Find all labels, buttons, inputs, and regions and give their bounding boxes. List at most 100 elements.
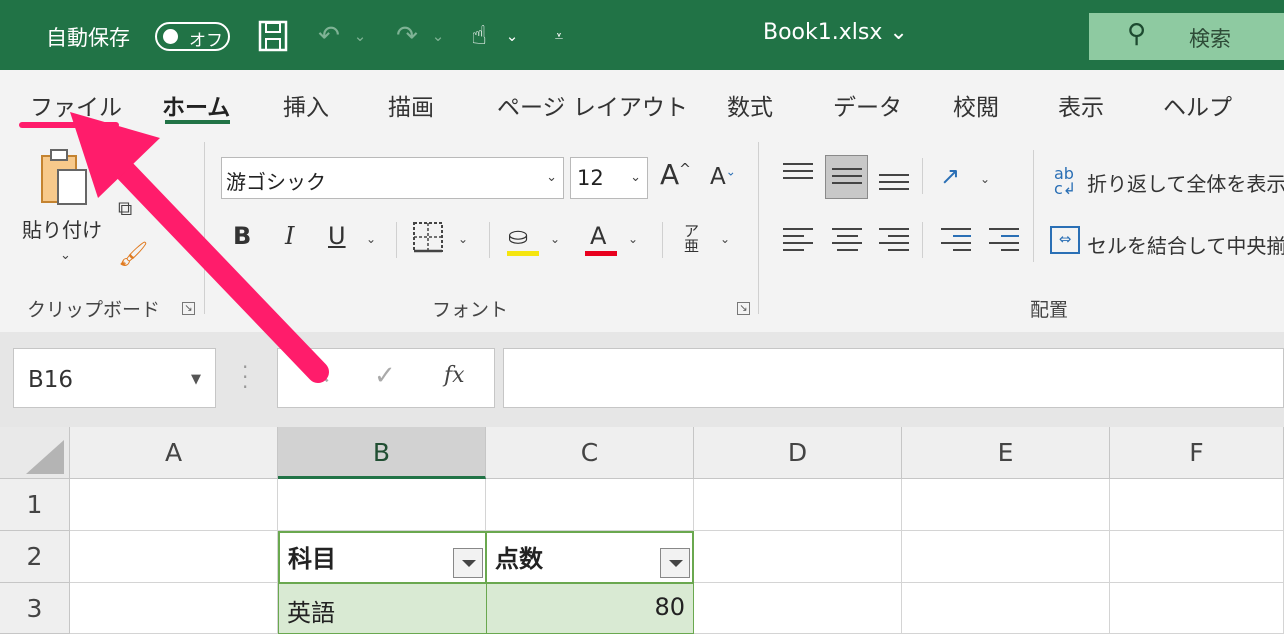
cell[interactable] [902,479,1110,531]
align-center-icon[interactable] [832,228,862,256]
bold-icon[interactable]: B [233,222,251,250]
format-painter-icon[interactable]: 🖌 [118,240,148,268]
insert-function-icon[interactable]: fx [444,363,465,388]
cell[interactable] [902,531,1110,583]
redo-icon[interactable]: ↷ [390,18,424,54]
tab-view[interactable]: 表示 [1058,88,1104,122]
cell[interactable] [70,479,278,531]
column-header-f[interactable]: F [1110,427,1284,479]
phonetic-guide-icon[interactable]: ア亜 [684,224,699,254]
cell[interactable] [278,479,486,531]
column-header-c[interactable]: C [486,427,694,479]
cell[interactable] [694,479,902,531]
autosave-toggle[interactable]: オフ [155,22,230,51]
tab-page-layout[interactable]: ページ レイアウト [497,88,688,122]
orientation-dropdown-icon[interactable]: ⌄ [980,172,990,186]
tab-data[interactable]: データ [833,88,902,122]
fill-color-icon[interactable]: ⛀ [508,222,528,250]
align-middle-icon [832,168,862,196]
merge-center-icon: ⇔ [1050,226,1080,254]
paste-dropdown-icon[interactable]: ⌄ [60,248,71,263]
header-text: 点数 [495,545,543,573]
undo-dropdown-icon[interactable]: ⌄ [350,18,370,54]
column-header-e[interactable]: E [902,427,1110,479]
cell[interactable] [694,531,902,583]
increase-indent-icon[interactable] [989,228,1019,256]
cell[interactable] [1110,479,1284,531]
chevron-down-icon[interactable]: ▼ [191,372,201,387]
formula-input[interactable] [503,348,1284,408]
increase-font-size-icon[interactable]: A^ [660,158,691,191]
column-header-d[interactable]: D [694,427,902,479]
underline-icon[interactable]: U [328,222,346,250]
cell[interactable] [1110,583,1284,634]
cell[interactable] [1110,531,1284,583]
customize-toolbar-icon[interactable]: ⩡ [548,18,570,54]
resize-handle-icon[interactable]: · · · [242,357,248,397]
undo-icon[interactable]: ↶ [312,18,346,54]
table-cell-subject[interactable]: 英語 [278,583,487,634]
table-header-subject[interactable]: 科目 [278,531,487,584]
align-bottom-icon[interactable] [879,174,909,202]
align-top-icon[interactable] [783,163,813,191]
decrease-font-size-icon[interactable]: A⌄ [710,164,736,190]
font-color-icon[interactable]: A [590,222,606,250]
tab-review[interactable]: 校閲 [953,88,999,122]
group-divider [204,142,205,314]
italic-icon[interactable]: I [285,222,294,250]
font-name-value: 游ゴシック [226,170,326,194]
table-cell-score[interactable]: 80 [486,583,694,634]
orientation-icon[interactable]: ↗ [940,162,960,190]
select-all-icon [26,440,64,474]
touch-mode-icon[interactable]: ☝ [462,18,496,54]
cell[interactable] [70,531,278,583]
font-color-bar [585,251,617,256]
paste-label[interactable]: 貼り付け [22,214,102,243]
fill-color-dropdown-icon[interactable]: ⌄ [550,232,560,246]
touch-dropdown-icon[interactable]: ⌄ [502,18,522,54]
tab-file[interactable]: ファイル [30,88,122,122]
decrease-indent-icon[interactable] [941,228,971,256]
cell[interactable] [486,479,694,531]
cell[interactable] [694,583,902,634]
font-color-dropdown-icon[interactable]: ⌄ [628,232,638,246]
column-header-a[interactable]: A [70,427,278,479]
clipboard-launcher-icon[interactable]: ↘ [182,302,195,315]
phonetic-dropdown-icon[interactable]: ⌄ [720,232,730,246]
font-size-select[interactable]: 12 ⌄ [570,157,648,199]
wrap-text-button[interactable]: 折り返して全体を表示 [1087,168,1284,197]
row-header-1[interactable]: 1 [0,479,70,531]
borders-dropdown-icon[interactable]: ⌄ [458,232,468,246]
redo-dropdown-icon[interactable]: ⌄ [428,18,448,54]
filter-dropdown-icon[interactable] [453,548,483,578]
row-header-3[interactable]: 3 [0,583,70,634]
align-right-icon[interactable] [879,228,909,256]
enter-icon[interactable]: ✓ [374,361,396,391]
tab-draw[interactable]: 描画 [388,88,434,122]
underline-dropdown-icon[interactable]: ⌄ [366,232,376,246]
tab-home[interactable]: ホーム [162,88,230,122]
cell[interactable] [70,583,278,634]
borders-icon[interactable] [412,221,444,259]
search-box[interactable]: ⚲ 検索 [1089,13,1284,60]
merge-center-button[interactable]: セルを結合して中央揃え [1087,230,1284,259]
save-icon[interactable] [256,18,290,54]
file-name[interactable]: Book1.xlsx ⌄ [763,20,908,45]
paste-icon[interactable] [40,148,88,206]
align-left-icon[interactable] [783,228,813,256]
font-name-select[interactable]: 游ゴシック ⌄ [221,157,564,199]
name-box-value: B16 [28,367,74,393]
tab-formulas[interactable]: 数式 [727,88,773,122]
name-box[interactable]: B16 ▼ [13,348,216,408]
tab-insert[interactable]: 挿入 [283,88,329,122]
tab-help[interactable]: ヘルプ [1163,88,1232,122]
divider [489,222,490,258]
table-header-score[interactable]: 点数 [485,531,694,584]
row-header-2[interactable]: 2 [0,531,70,583]
font-launcher-icon[interactable]: ↘ [737,302,750,315]
cell[interactable] [902,583,1110,634]
cancel-icon[interactable]: ✕ [310,361,332,391]
filter-dropdown-icon[interactable] [660,548,690,578]
copy-icon[interactable]: ⧉ [118,196,132,220]
column-header-b[interactable]: B [278,427,486,479]
